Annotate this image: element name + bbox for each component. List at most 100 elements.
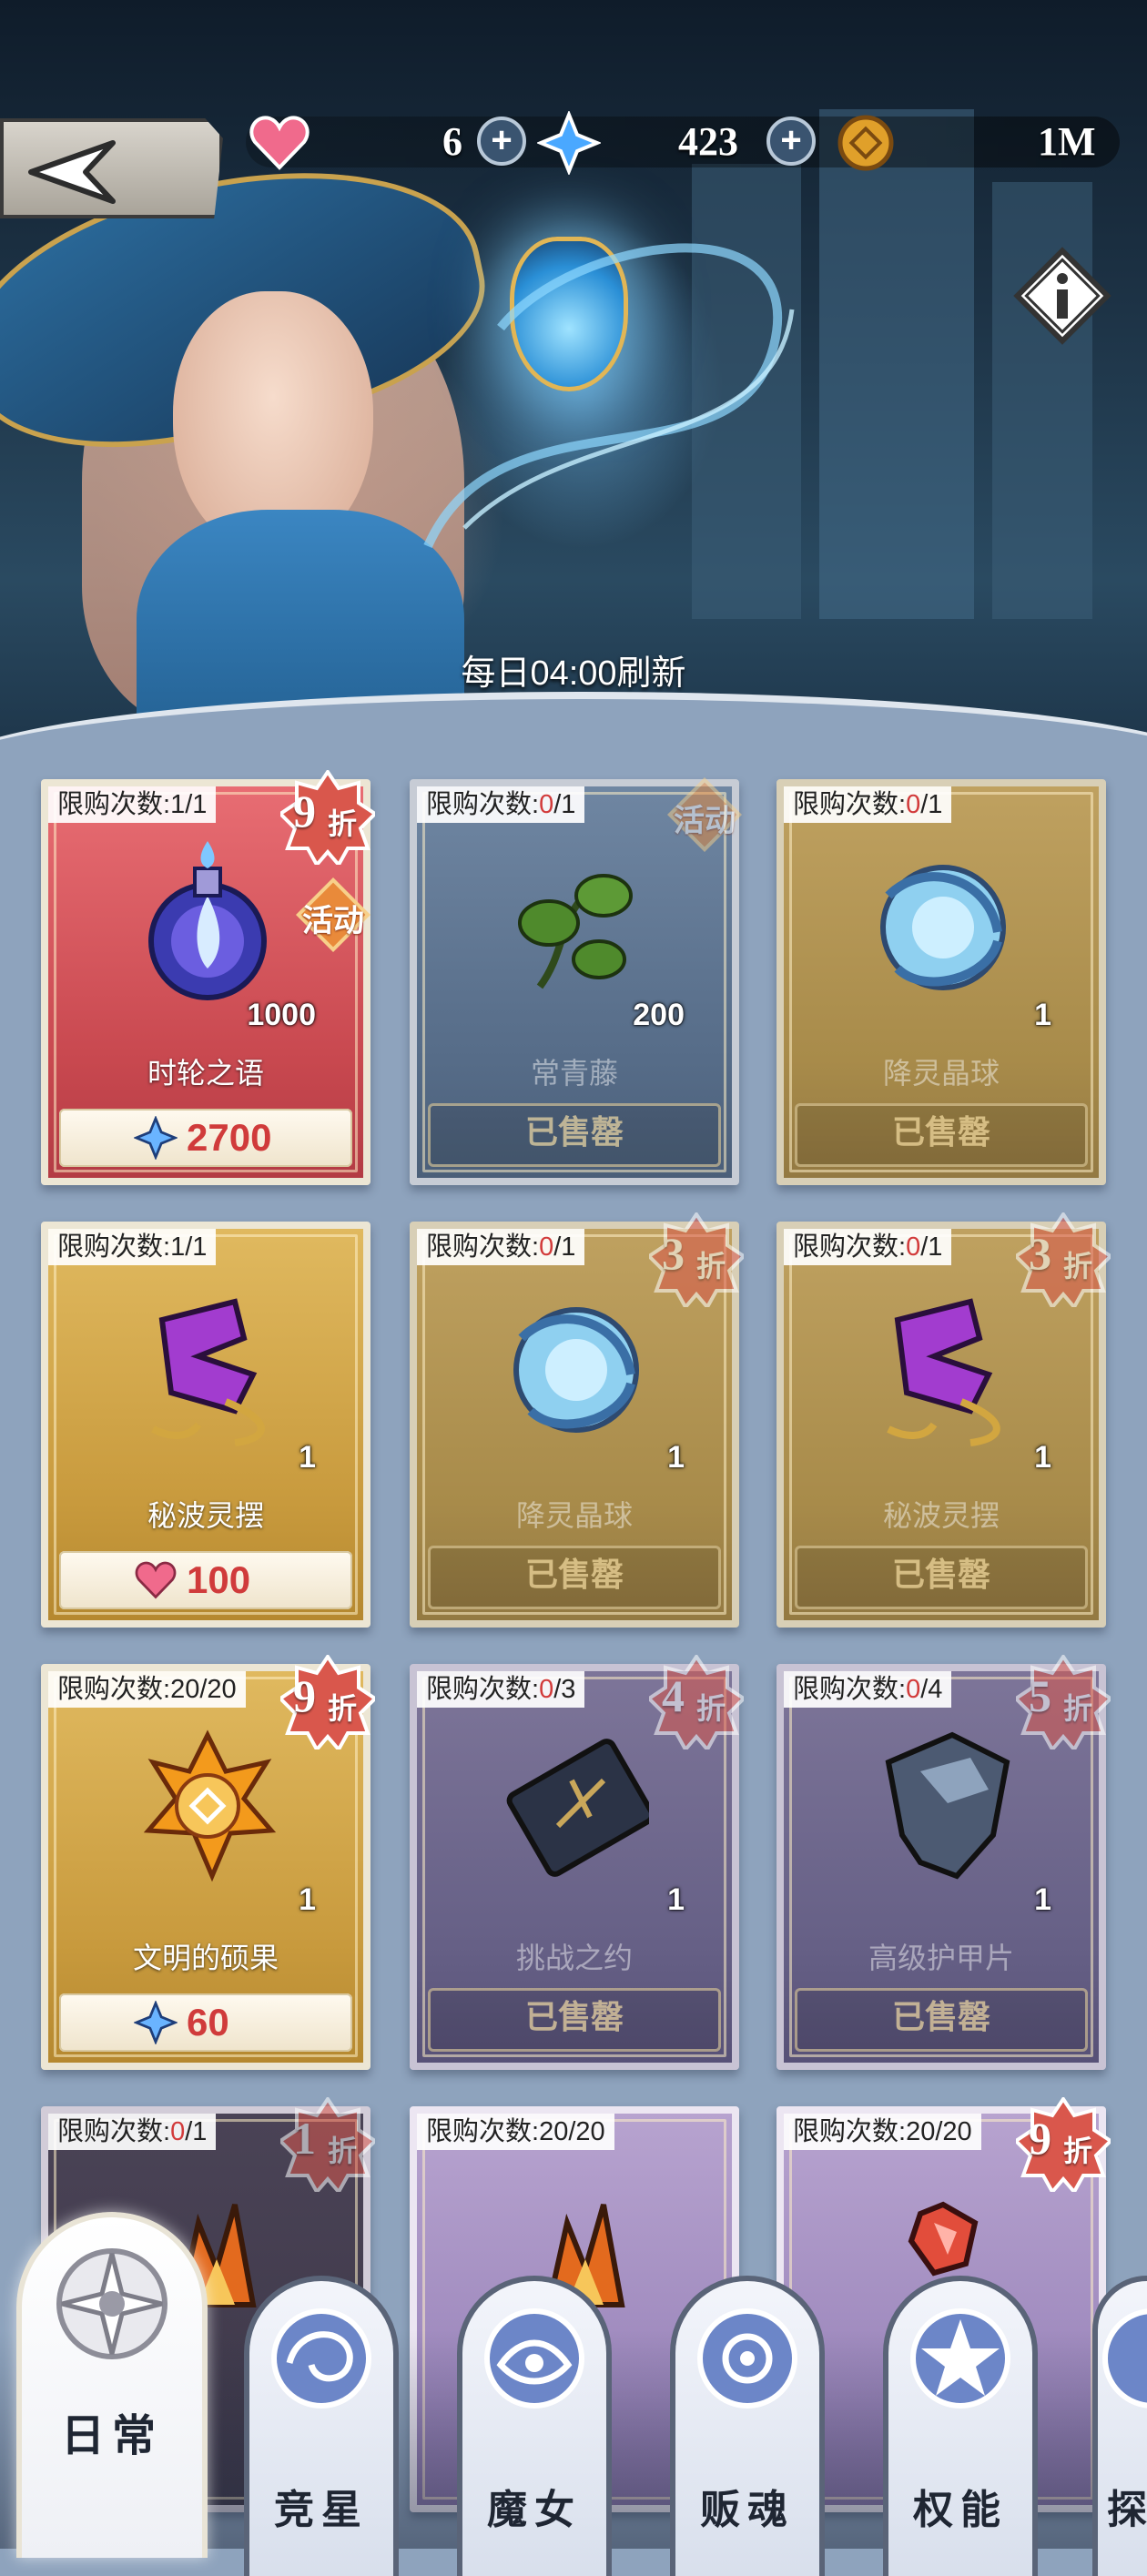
discount-number: 3: [1029, 1228, 1051, 1279]
shop-item-card[interactable]: 限购次数:20/20 1 文明的硕果 60 9 折: [41, 1655, 375, 2070]
sold-out-label: 已售罄: [428, 1988, 721, 2052]
item-name: 高级护甲片: [868, 1942, 1014, 1974]
price-value: 60: [187, 2001, 229, 2044]
discount-suffix: 折: [328, 1692, 358, 1725]
discount-number: 1: [293, 2113, 316, 2164]
crystals-value: 423: [678, 119, 738, 164]
discount-suffix: 折: [328, 2135, 358, 2167]
item-quantity: 1: [299, 1440, 316, 1475]
price-value: 100: [187, 1558, 251, 1601]
discount-suffix: 折: [1063, 1692, 1093, 1725]
purchase-limit: 限购次数:20/20: [48, 1671, 246, 1708]
add-crystals-button[interactable]: +: [766, 117, 816, 166]
shop-item-card[interactable]: 限购次数:0/3 1 挑战之约 已售罄 4 折: [410, 1655, 744, 2070]
shop-item-card[interactable]: 限购次数:0/4 1 高级护甲片 已售罄 5 折: [777, 1655, 1111, 2070]
price-button[interactable]: 2700: [59, 1109, 352, 1167]
discount-suffix: 折: [1063, 2135, 1093, 2167]
sold-out-label: 已售罄: [795, 1103, 1088, 1167]
purchase-limit: 限购次数:20/20: [784, 2114, 981, 2150]
limit-current: 0: [906, 1232, 921, 1262]
limit-current: 20: [539, 2117, 569, 2146]
purchase-limit: 限购次数:0/1: [784, 786, 952, 823]
heart-icon: [249, 116, 310, 170]
purchase-limit: 限购次数:0/1: [417, 786, 585, 823]
tab-authority[interactable]: 权能: [883, 2276, 1038, 2576]
tab-label: 探: [1107, 2488, 1147, 2532]
item-name: 文明的硕果: [132, 1942, 279, 1974]
limit-current: 1: [170, 790, 186, 819]
blue-crystal-icon: [537, 111, 601, 175]
shop-item-card[interactable]: 限购次数:1/1 1000 时轮之语 2700 9 折活动: [41, 770, 375, 1185]
discount-badge: 1折: [280, 2097, 375, 2192]
shop-item-card[interactable]: 限购次数:1/1 1 秘波灵摆 100: [41, 1222, 370, 1628]
limit-max: /20: [568, 2117, 605, 2146]
item-name: 常青藤: [530, 1057, 618, 1090]
discount-badge: 9折: [1016, 2097, 1111, 2192]
item-crystal-ball-icon: [513, 1307, 639, 1433]
tab-competition[interactable]: 竞星: [244, 2276, 399, 2576]
item-name: 挑战之约: [515, 1942, 633, 1974]
item-name: 时轮之语: [147, 1057, 264, 1090]
item-quantity: 1: [1034, 998, 1051, 1032]
tab-soul[interactable]: 贩魂: [670, 2276, 825, 2576]
discount-badge: 3折: [649, 1212, 744, 1307]
sold-out-label: 已售罄: [795, 1546, 1088, 1609]
limit-current: 0: [170, 2117, 186, 2146]
limit-max: /3: [553, 1675, 576, 1704]
shop-item-card[interactable]: 限购次数:0/1 1 降灵晶球已售罄: [777, 779, 1106, 1185]
tab-explore[interactable]: 探: [1092, 2276, 1147, 2576]
price-button[interactable]: 60: [59, 1993, 352, 2052]
gold-coin-icon: [837, 115, 894, 171]
tab-label: 竞星: [274, 2488, 369, 2532]
limit-current: 20: [906, 2117, 936, 2146]
explore-emblem-icon: [1102, 2308, 1147, 2409]
item-name: 降灵晶球: [515, 1499, 633, 1532]
event-badge: 活动: [667, 777, 742, 852]
shop-item-card[interactable]: 限购次数:0/1 1 秘波灵摆 已售罄 3 折: [777, 1212, 1111, 1628]
item-name: 秘波灵摆: [147, 1499, 264, 1532]
limit-label: 限购次数:: [426, 1232, 540, 1262]
limit-label: 限购次数:: [426, 2117, 540, 2146]
discount-number: 9: [293, 1670, 316, 1721]
blue-crystal-icon: [133, 1115, 178, 1161]
limit-label: 限购次数:: [793, 790, 907, 819]
item-quantity: 1: [299, 1882, 316, 1917]
limit-current: 1: [170, 1232, 186, 1262]
limit-current: 0: [539, 1232, 554, 1262]
item-quantity: 1: [1034, 1440, 1051, 1475]
limit-current: 0: [539, 790, 554, 819]
info-button[interactable]: [1012, 246, 1112, 346]
purchase-limit: 限购次数:1/1: [48, 786, 217, 823]
heart-icon: [135, 1561, 177, 1599]
tab-daily[interactable]: 日常: [16, 2212, 208, 2558]
witch-emblem-icon: [484, 2308, 584, 2409]
limit-label: 限购次数:: [57, 1675, 171, 1704]
shop-item-card[interactable]: 限购次数:0/1 1 降灵晶球 已售罄 3 折: [410, 1212, 744, 1628]
magic-swirl-art: [423, 243, 795, 549]
item-pendulum-icon: [887, 1298, 1000, 1446]
refresh-time-label: 每日04:00刷新: [461, 654, 686, 693]
item-ivy-icon: [518, 874, 633, 989]
limit-max: /1: [185, 790, 208, 819]
tab-label: 日常: [60, 2412, 163, 2460]
price-button[interactable]: 100: [59, 1551, 352, 1609]
coins-value: 1M: [1038, 119, 1096, 164]
limit-max: /1: [553, 790, 576, 819]
item-pendulum-icon: [151, 1298, 265, 1446]
limit-label: 限购次数:: [793, 2117, 907, 2146]
discount-suffix: 折: [328, 807, 358, 840]
limit-label: 限购次数:: [426, 790, 540, 819]
limit-label: 限购次数:: [57, 1232, 171, 1262]
item-purple-flame-orb-icon: [148, 841, 267, 1000]
limit-current: 0: [906, 790, 921, 819]
item-name: 降灵晶球: [882, 1057, 1000, 1090]
limit-label: 限购次数:: [57, 2117, 171, 2146]
shop-item-card[interactable]: 限购次数:0/1 200 常青藤 已售罄 活动: [410, 777, 742, 1185]
limit-max: /1: [920, 790, 943, 819]
compass-star-icon: [56, 2248, 167, 2359]
back-button[interactable]: [0, 118, 223, 218]
purchase-limit: 限购次数:0/4: [784, 1671, 952, 1708]
tab-label: 魔女: [487, 2488, 582, 2532]
add-hearts-button[interactable]: +: [477, 117, 526, 166]
tab-witch[interactable]: 魔女: [457, 2276, 612, 2576]
